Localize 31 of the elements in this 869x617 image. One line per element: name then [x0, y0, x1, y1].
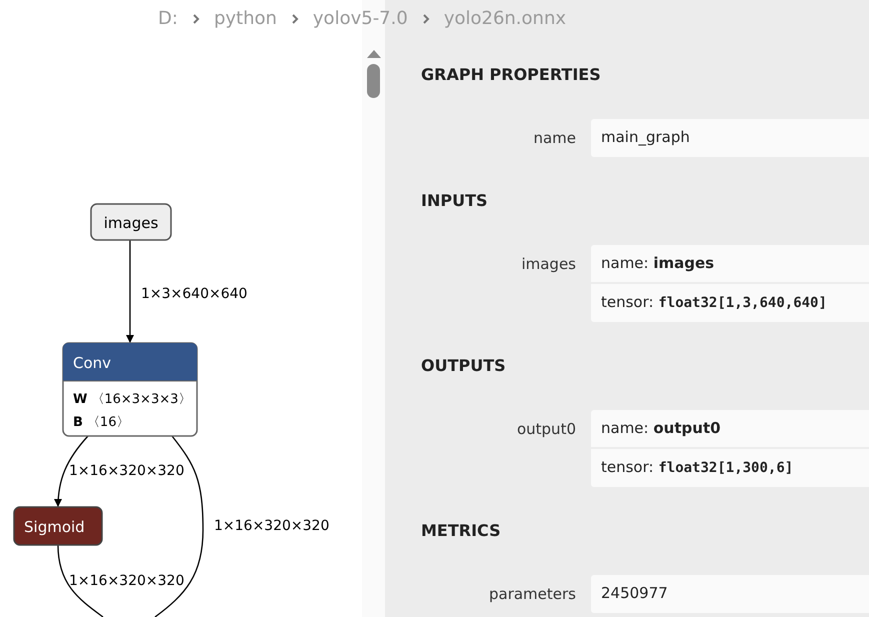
property-label: output0: [516, 419, 577, 440]
property-value: name: output0: [600, 418, 722, 439]
tensor-shape-label: 1×16×320×320: [214, 518, 330, 534]
node-label: Conv: [73, 354, 112, 372]
breadcrumb-item[interactable]: yolo26n.onnx: [444, 5, 566, 32]
property-value: tensor: float32[1,3,640,640]: [591, 282, 869, 322]
property-label: name: [532, 128, 577, 149]
node-attribute: W 〈16×3×3×3〉: [73, 392, 192, 407]
property-value: main_graph: [600, 127, 691, 148]
breadcrumb-item[interactable]: python: [214, 5, 277, 32]
breadcrumb-item[interactable]: yolov5-7.0: [312, 5, 408, 32]
node-label: images: [104, 214, 158, 232]
property-label: parameters: [488, 584, 577, 605]
section-title: INPUTS: [421, 190, 488, 212]
node-attribute: B 〈16〉: [73, 415, 130, 430]
scrollbar-thumb[interactable]: [367, 64, 380, 98]
breadcrumb-item[interactable]: D:: [158, 5, 178, 32]
section-title: METRICS: [421, 520, 502, 542]
node-label: Sigmoid: [24, 518, 85, 536]
property-value: name: images: [600, 253, 716, 274]
tensor-shape-label: 1×16×320×320: [69, 573, 184, 589]
tensor-shape-label: 1×16×320×320: [69, 463, 184, 479]
input-node[interactable]: [90, 203, 172, 241]
property-label: images: [520, 254, 577, 275]
property-value: 2450977: [600, 583, 669, 604]
tensor-shape-label: 1×3×640×640: [141, 286, 248, 302]
section-title: OUTPUTS: [421, 355, 507, 377]
section-title: GRAPH PROPERTIES: [421, 64, 602, 86]
operator-node[interactable]: [13, 506, 103, 546]
operator-node[interactable]: [62, 342, 198, 437]
property-value: tensor: float32[1,300,6]: [591, 447, 869, 487]
